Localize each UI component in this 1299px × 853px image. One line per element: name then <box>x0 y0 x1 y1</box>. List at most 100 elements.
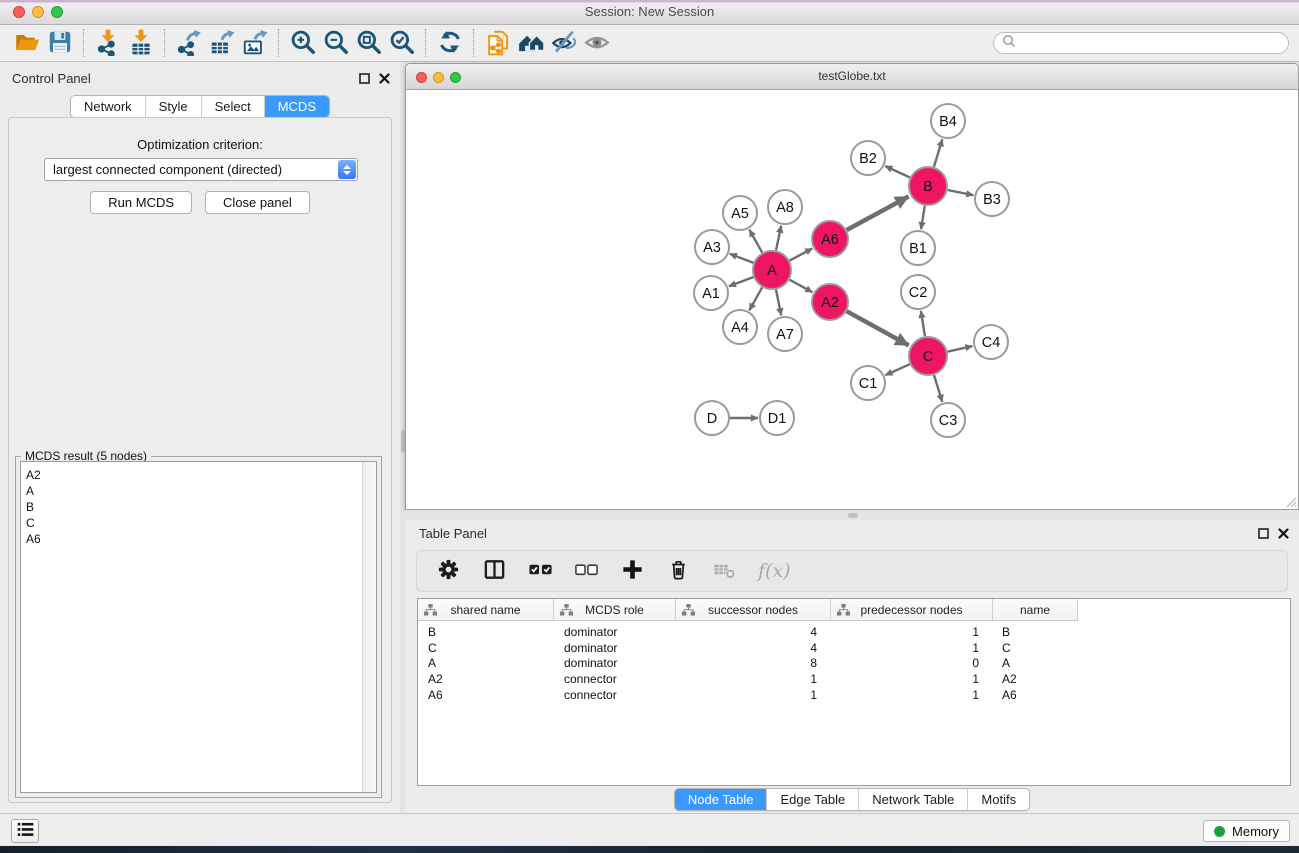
unselect-all-columns-button[interactable] <box>574 557 599 585</box>
import-network-button[interactable] <box>91 28 124 59</box>
graph-node-C2[interactable]: C2 <box>901 275 935 309</box>
graph-edge-C-C3[interactable] <box>934 375 942 402</box>
function-builder-button[interactable]: f(x) <box>758 560 791 582</box>
mcds-result-item[interactable]: A2 <box>26 467 376 483</box>
graph-node-C[interactable]: C <box>909 337 947 375</box>
graph-node-C3[interactable]: C3 <box>931 403 965 437</box>
mcds-result-item[interactable]: A6 <box>26 531 376 547</box>
graph-node-C4[interactable]: C4 <box>974 325 1008 359</box>
graph-edge-A-A3[interactable] <box>730 254 754 263</box>
mcds-result-list[interactable]: A2ABCA6 <box>20 461 377 793</box>
table-row[interactable]: A6connector11A6 <box>418 687 1290 703</box>
birds-eye-view-button[interactable] <box>580 28 613 59</box>
column-header-predecessor-nodes[interactable]: predecessor nodes <box>831 599 993 620</box>
refresh-button[interactable] <box>433 28 466 59</box>
graph-node-B2[interactable]: B2 <box>851 141 885 175</box>
zoom-out-button[interactable] <box>319 28 352 59</box>
search-input[interactable] <box>1017 36 1281 50</box>
search-field[interactable] <box>993 32 1289 54</box>
column-header-shared-name[interactable]: shared name <box>418 599 554 620</box>
graph-node-D[interactable]: D <box>695 401 729 435</box>
graph-edge-A-A2[interactable] <box>790 280 813 293</box>
node-table[interactable]: shared name MCDS role successor nodes pr… <box>417 598 1291 786</box>
graph-edge-A-A5[interactable] <box>749 230 762 253</box>
mcds-result-item[interactable]: C <box>26 515 376 531</box>
memory-button[interactable]: Memory <box>1203 820 1290 842</box>
network-close-button[interactable] <box>416 72 427 83</box>
column-header-successor-nodes[interactable]: successor nodes <box>676 599 831 620</box>
network-minimize-button[interactable] <box>433 72 444 83</box>
graph-node-A3[interactable]: A3 <box>695 230 729 264</box>
open-session-button[interactable] <box>10 28 43 59</box>
network-zoom-button[interactable] <box>450 72 461 83</box>
minimize-window-button[interactable] <box>32 6 44 18</box>
graph-node-B3[interactable]: B3 <box>975 182 1009 216</box>
graph-node-A8[interactable]: A8 <box>768 190 802 224</box>
select-all-columns-button[interactable] <box>528 557 553 585</box>
export-image-button[interactable] <box>238 28 271 59</box>
graph-edge-A6-B[interactable] <box>847 197 909 231</box>
hide-graphics-details-button[interactable] <box>547 28 580 59</box>
zoom-fit-button[interactable] <box>352 28 385 59</box>
resize-grip-icon[interactable] <box>1284 495 1297 508</box>
horizontal-split-divider[interactable] <box>405 510 1299 520</box>
table-row[interactable]: Bdominator41B <box>418 624 1290 640</box>
graph-node-C1[interactable]: C1 <box>851 366 885 400</box>
graph-edge-A-A6[interactable] <box>790 248 813 260</box>
graph-node-A5[interactable]: A5 <box>723 196 757 230</box>
mcds-result-item[interactable]: A <box>26 483 376 499</box>
clone-network-button[interactable] <box>481 28 514 59</box>
divider-grip[interactable] <box>848 513 858 518</box>
tab-select[interactable]: Select <box>201 96 264 117</box>
export-table-button[interactable] <box>205 28 238 59</box>
graph-edge-C-C2[interactable] <box>921 311 925 336</box>
network-window-titlebar[interactable]: testGlobe.txt <box>406 64 1298 90</box>
save-session-button[interactable] <box>43 28 76 59</box>
graph-node-A6[interactable]: A6 <box>812 221 848 257</box>
graph-edge-C-C1[interactable] <box>885 364 910 375</box>
tab-motifs[interactable]: Motifs <box>967 789 1029 810</box>
panel-menu-button[interactable] <box>11 819 39 843</box>
table-row[interactable]: Cdominator41C <box>418 640 1290 656</box>
graph-edge-A-A8[interactable] <box>776 226 781 251</box>
tab-mcds[interactable]: MCDS <box>264 96 329 117</box>
mcds-result-item[interactable]: B <box>26 499 376 515</box>
graph-edge-A2-C[interactable] <box>847 311 909 345</box>
graph-edge-A-A1[interactable] <box>729 277 754 286</box>
close-window-button[interactable] <box>13 6 25 18</box>
run-mcds-button[interactable]: Run MCDS <box>90 191 192 214</box>
graph-edge-B-B4[interactable] <box>934 139 943 167</box>
graph-edge-B-B3[interactable] <box>948 190 974 195</box>
zoom-in-button[interactable] <box>286 28 319 59</box>
float-panel-icon[interactable] <box>1258 526 1269 544</box>
zoom-selected-button[interactable] <box>385 28 418 59</box>
create-column-button[interactable] <box>620 557 645 585</box>
float-panel-icon[interactable] <box>359 71 370 89</box>
graph-node-A1[interactable]: A1 <box>694 276 728 310</box>
graph-node-A7[interactable]: A7 <box>768 317 802 351</box>
tab-network-table[interactable]: Network Table <box>858 789 967 810</box>
close-panel-icon[interactable] <box>379 71 390 89</box>
tab-edge-table[interactable]: Edge Table <box>766 789 858 810</box>
show-columns-button[interactable] <box>482 557 507 585</box>
tab-style[interactable]: Style <box>145 96 201 117</box>
network-overview-button[interactable] <box>514 28 547 59</box>
graph-edge-C-C4[interactable] <box>948 346 973 352</box>
graph-node-B[interactable]: B <box>909 167 947 205</box>
zoom-window-button[interactable] <box>51 6 63 18</box>
delete-column-button[interactable] <box>666 557 691 585</box>
graph-node-A4[interactable]: A4 <box>723 310 757 344</box>
column-header-mcds-role[interactable]: MCDS role <box>554 599 676 620</box>
column-header-name[interactable]: name <box>993 599 1078 620</box>
network-canvas[interactable]: B4B2BB3A5A8A6A3B1AA1C2A2A4A7C4CC1C3DD1 <box>406 90 1298 509</box>
table-row[interactable]: Adominator80A <box>418 656 1290 672</box>
graph-node-A[interactable]: A <box>753 251 791 289</box>
graph-node-D1[interactable]: D1 <box>760 401 794 435</box>
import-table-button[interactable] <box>124 28 157 59</box>
table-settings-button[interactable] <box>436 557 461 585</box>
close-panel-icon[interactable] <box>1278 526 1289 544</box>
graph-edge-A-A4[interactable] <box>749 287 762 310</box>
graph-node-B4[interactable]: B4 <box>931 104 965 138</box>
divider-grip[interactable] <box>401 430 405 452</box>
tab-network[interactable]: Network <box>71 96 145 117</box>
